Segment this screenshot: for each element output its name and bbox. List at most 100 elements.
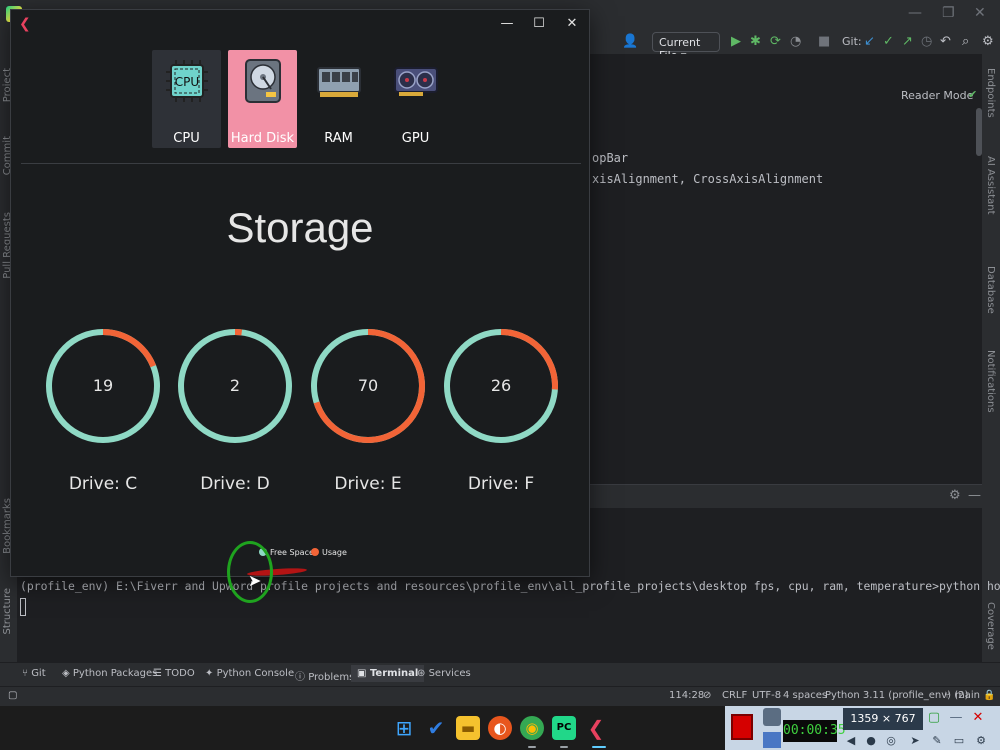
ram-module-icon xyxy=(317,67,361,97)
screen-recorder-panel: 00:00:35 1359 × 767 ▢ — ✕ ◀ ● ◎ ➤ ✎ ▭ ⚙ xyxy=(725,706,1000,750)
rail-database[interactable]: Database xyxy=(985,266,996,314)
recorder-close-icon[interactable]: ✕ xyxy=(969,709,987,727)
pycharm-icon[interactable]: PC xyxy=(552,716,576,740)
recorder-settings-icon[interactable]: ⚙ xyxy=(973,734,989,748)
search-icon[interactable]: ⌕ xyxy=(962,34,969,50)
chrome-icon[interactable]: ◉ xyxy=(520,716,544,740)
gauge-value: 2 xyxy=(229,376,241,395)
legend-usage-label: Usage xyxy=(322,548,347,557)
drive-label: Drive: F xyxy=(467,474,535,494)
graphics-card-icon xyxy=(394,67,438,96)
code-line-1: opBar xyxy=(592,151,629,165)
terminal-icon: ▣ xyxy=(357,668,370,679)
tab-cpu[interactable]: CPU CPU xyxy=(152,50,221,148)
tab-problems[interactable]: ⓘ Problems xyxy=(295,668,354,683)
mic-icon[interactable]: ● xyxy=(863,734,879,748)
drive-gauge: 19 Drive: C xyxy=(43,306,163,494)
settings-icon[interactable]: ⚙ xyxy=(982,34,994,50)
recorder-minimize-icon[interactable]: — xyxy=(947,709,965,727)
tabs-divider xyxy=(21,163,581,164)
tab-ram-label: RAM xyxy=(324,131,353,146)
app-minimize-button[interactable]: — xyxy=(493,14,521,34)
status-square-icon[interactable]: ▢ xyxy=(8,690,17,701)
tab-git[interactable]: ⑂ Git xyxy=(22,668,46,679)
rail-endpoints[interactable]: Endpoints xyxy=(985,68,996,118)
legend-usage-dot xyxy=(311,548,319,556)
system-monitor-window: ❮ — ☐ ✕ CPU CPU Hard Disk RAM GPU Storag… xyxy=(11,10,589,576)
speaker-icon[interactable]: ◀ xyxy=(843,734,859,748)
region-icon[interactable]: ▢ xyxy=(925,709,943,727)
status-line-separator[interactable]: CRLF xyxy=(722,690,747,701)
coverage-icon[interactable]: ⟳ xyxy=(770,34,781,50)
packages-icon: ◈ xyxy=(62,668,73,679)
status-position[interactable]: 114:28 xyxy=(669,690,704,701)
tab-python-packages[interactable]: ◈ Python Packages xyxy=(62,668,157,679)
mouse-pointer-icon: ➤ xyxy=(248,571,262,590)
flet-app-icon[interactable]: ❮ xyxy=(584,716,608,740)
terminal-settings-icon[interactable]: ⚙ xyxy=(949,488,961,503)
legend-usage: Usage xyxy=(311,548,347,557)
tab-python-console[interactable]: ✦ Python Console xyxy=(205,668,294,679)
recording-timer: 00:00:35 xyxy=(783,720,846,742)
todo-app-icon[interactable]: ✔ xyxy=(424,716,448,740)
webcam-icon[interactable]: ◎ xyxy=(883,734,899,748)
debug-icon[interactable]: ✱ xyxy=(750,34,761,50)
drive-label: Drive: C xyxy=(68,474,138,494)
tab-terminal[interactable]: ▣ Terminal xyxy=(351,665,425,682)
windows-start-icon[interactable]: ⊞ xyxy=(392,716,416,740)
run-icon[interactable]: ▶ xyxy=(731,34,741,50)
pause-button[interactable] xyxy=(763,732,781,748)
folder-icon[interactable]: ▭ xyxy=(951,734,967,748)
tab-hard-disk[interactable]: Hard Disk xyxy=(228,50,297,148)
history-icon[interactable]: ◷ xyxy=(921,34,932,50)
problems-icon: ⓘ xyxy=(295,672,309,683)
close-icon[interactable]: ✕ xyxy=(974,5,986,21)
reader-mode-toggle[interactable]: Reader Mode xyxy=(901,89,973,102)
editor-scrollbar[interactable] xyxy=(976,108,982,156)
git-update-icon[interactable]: ↙ xyxy=(864,34,875,50)
capture-dimensions: 1359 × 767 xyxy=(843,708,923,730)
profile-icon[interactable]: ◔ xyxy=(790,34,801,50)
pointer-icon[interactable]: ➤ xyxy=(907,734,923,748)
status-bar: ▢ 114:28 ⊘ CRLF UTF-8 4 spaces Python 3.… xyxy=(0,686,1000,706)
rail-coverage[interactable]: Coverage xyxy=(985,602,996,650)
file-explorer-icon[interactable]: ▬ xyxy=(456,716,480,740)
rollback-icon[interactable]: ↶ xyxy=(940,34,951,50)
record-stop-button[interactable] xyxy=(731,714,753,740)
terminal-cursor xyxy=(20,598,26,616)
tab-ram[interactable]: RAM xyxy=(304,50,373,148)
git-commit-icon[interactable]: ✓ xyxy=(883,34,894,50)
gauge-value: 70 xyxy=(357,376,379,395)
app-close-button[interactable]: ✕ xyxy=(558,14,586,34)
drive-label: Drive: D xyxy=(200,474,270,494)
terminal-command: (profile_env) E:\Fiverr and Upword profi… xyxy=(20,579,1000,593)
terminal-hide-icon[interactable]: — xyxy=(968,488,981,503)
camera-icon[interactable] xyxy=(763,708,781,726)
right-tool-rail: Endpoints AI Assistant Database Notifica… xyxy=(982,54,1000,662)
status-branch[interactable]: main xyxy=(955,690,980,701)
run-config-select[interactable]: Current File ▾ xyxy=(652,32,720,62)
minimize-icon[interactable]: — xyxy=(908,5,922,21)
status-encoding[interactable]: UTF-8 xyxy=(752,690,781,701)
inspection-ok-icon: ✔ xyxy=(968,88,978,101)
drive-gauge: 26 Drive: F xyxy=(441,306,561,494)
notifications-icon[interactable]: 🔒 xyxy=(983,690,995,701)
tab-todo[interactable]: ☰ TODO xyxy=(153,668,195,679)
maximize-icon[interactable]: ❐ xyxy=(942,5,955,21)
rail-ai-assistant[interactable]: AI Assistant xyxy=(985,156,996,215)
app-maximize-button[interactable]: ☐ xyxy=(525,14,553,34)
rail-structure[interactable]: Structure xyxy=(2,588,13,635)
bottom-tool-tabs: ⑂ Git ◈ Python Packages ☰ TODO ✦ Python … xyxy=(0,662,1000,686)
rail-notifications[interactable]: Notifications xyxy=(985,350,996,413)
readonly-icon[interactable]: ⊘ xyxy=(703,690,711,701)
gauge-value: 26 xyxy=(490,376,512,395)
pen-icon[interactable]: ✎ xyxy=(929,734,945,748)
git-push-icon[interactable]: ↗ xyxy=(902,34,913,50)
drive-gauge: 2 Drive: D xyxy=(175,306,295,494)
stop-icon[interactable]: ■ xyxy=(818,34,830,50)
user-icon[interactable]: 👤 xyxy=(622,34,638,50)
tab-gpu[interactable]: GPU xyxy=(381,50,450,148)
status-indent[interactable]: 4 spaces xyxy=(783,690,827,701)
tab-services[interactable]: ⊛ Services xyxy=(417,668,471,679)
firefox-icon[interactable]: ◐ xyxy=(488,716,512,740)
